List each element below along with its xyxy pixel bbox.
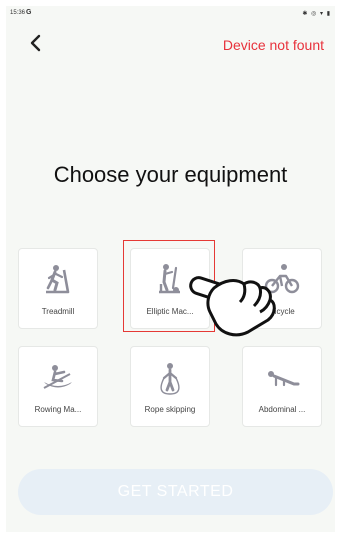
equipment-label: Rope skipping	[144, 405, 196, 414]
equipment-card-abdominal[interactable]: Abdominal ...	[242, 346, 322, 427]
rope-skipping-icon	[160, 363, 180, 395]
equipment-label: Treadmill	[41, 307, 75, 316]
status-bar: 15:36 G ✱ ◎ ▾ ▮	[6, 6, 335, 20]
device-status-text[interactable]: Device not fount	[223, 37, 324, 53]
equipment-label: Rowing Ma...	[34, 405, 82, 414]
equipment-card-rowing[interactable]: Rowing Ma...	[18, 346, 98, 427]
equipment-card-treadmill[interactable]: Treadmill	[18, 248, 98, 329]
get-started-button[interactable]: GET STARTED	[18, 469, 333, 515]
equipment-label: Abdominal ...	[258, 405, 306, 414]
equipment-card-rope-skipping[interactable]: Rope skipping	[130, 346, 210, 427]
status-time: 15:36	[10, 10, 26, 16]
status-icons: ✱ ◎ ▾ ▮	[302, 11, 331, 17]
pointing-hand-icon	[189, 276, 276, 337]
carrier-icon: G	[26, 9, 32, 16]
app-screen: 15:36 G ✱ ◎ ▾ ▮ Device not fount Choose …	[6, 6, 335, 532]
treadmill-icon	[46, 265, 70, 294]
abdominal-icon	[268, 371, 300, 387]
page-title: Choose your equipment	[53, 162, 288, 187]
chevron-left-icon[interactable]	[26, 33, 46, 53]
rowing-icon	[43, 365, 72, 389]
